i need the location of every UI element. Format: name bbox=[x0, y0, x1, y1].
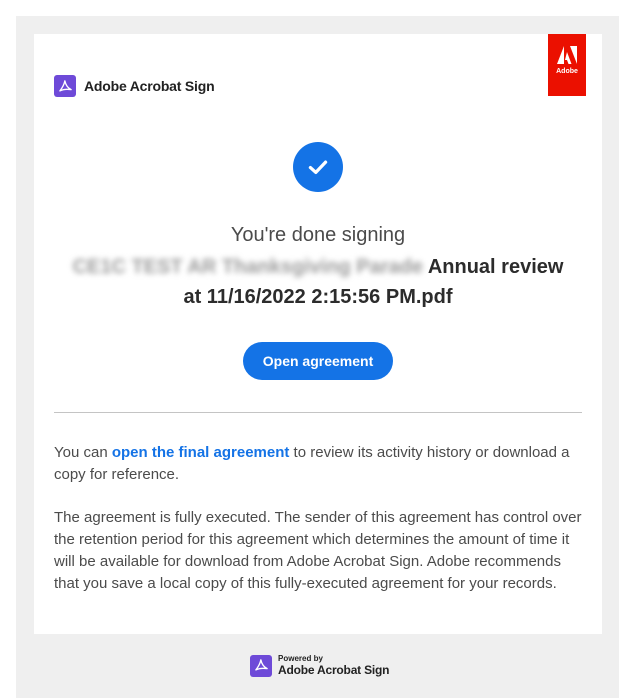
powered-by-label: Powered by bbox=[278, 654, 323, 663]
checkmark-icon bbox=[293, 142, 343, 192]
done-signing-title: You're done signing bbox=[230, 224, 406, 246]
info-paragraph-1: You can open the final agreement to revi… bbox=[54, 442, 582, 486]
open-agreement-button[interactable]: Open agreement bbox=[243, 342, 393, 380]
brand-name: Adobe Acrobat Sign bbox=[84, 78, 215, 94]
acrobat-sign-icon bbox=[54, 75, 76, 97]
adobe-badge-label: Adobe bbox=[556, 68, 578, 75]
footer-brand: Powered by Adobe Acrobat Sign bbox=[250, 654, 389, 677]
footer-brand-name: Adobe Acrobat Sign bbox=[278, 663, 390, 677]
filename-redacted-part: CE1C TEST AR Thanksgiving Parade bbox=[72, 256, 424, 278]
acrobat-sign-icon bbox=[250, 654, 272, 677]
header-brand: Adobe Acrobat Sign bbox=[54, 75, 215, 97]
info-paragraph-2: The agreement is fully executed. The sen… bbox=[54, 509, 582, 592]
adobe-logo-badge: Adobe bbox=[548, 34, 586, 96]
open-final-agreement-link[interactable]: open the final agreement bbox=[112, 444, 290, 461]
filename-part-2: at 11/16/2022 2:15:56 PM.pdf bbox=[183, 286, 453, 308]
filename-part-1: Annual review bbox=[423, 256, 564, 278]
para1-prefix: You can bbox=[54, 444, 112, 461]
adobe-logo-icon bbox=[557, 46, 577, 64]
divider bbox=[54, 412, 582, 413]
agreement-filename: CE1C TEST AR Thanksgiving Parade Annual … bbox=[54, 252, 582, 312]
email-card: Adobe Acrobat Sign Adobe You're done sig… bbox=[34, 34, 602, 634]
footer-text: Powered by Adobe Acrobat Sign bbox=[278, 654, 389, 677]
